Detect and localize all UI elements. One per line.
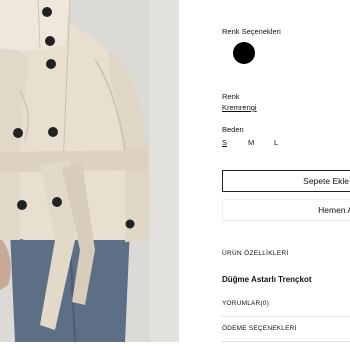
payment-options-link[interactable]: ÖDEME SEÇENEKLERİ (222, 325, 297, 332)
selected-color-link[interactable]: Kremrengi (222, 103, 257, 112)
product-name: Düğme Astarlı Trençkot (222, 275, 312, 284)
buy-now-button[interactable]: Hemen Al (222, 199, 350, 221)
divider (222, 341, 350, 342)
trench-coat-image (0, 0, 179, 342)
size-option-s[interactable]: S (222, 138, 248, 147)
reviews-link[interactable]: YORUMLAR(0) (222, 300, 269, 307)
size-selector: S M L (222, 138, 300, 147)
size-option-m[interactable]: M (248, 138, 274, 147)
color-options-label: Renk Seçenekleri (222, 27, 281, 36)
product-photo[interactable] (0, 0, 179, 342)
divider (222, 316, 350, 317)
size-label: Beden (222, 125, 244, 134)
size-option-l[interactable]: L (274, 138, 300, 147)
product-features-title: ÜRÜN ÖZELLİKLERİ (222, 250, 289, 257)
product-info-panel: Renk Seçenekleri Renk Kremrengi Beden S … (222, 0, 350, 350)
color-label: Renk (222, 92, 240, 101)
color-swatch-black[interactable] (233, 42, 255, 64)
add-to-cart-button[interactable]: Sepete Ekle (222, 170, 350, 192)
